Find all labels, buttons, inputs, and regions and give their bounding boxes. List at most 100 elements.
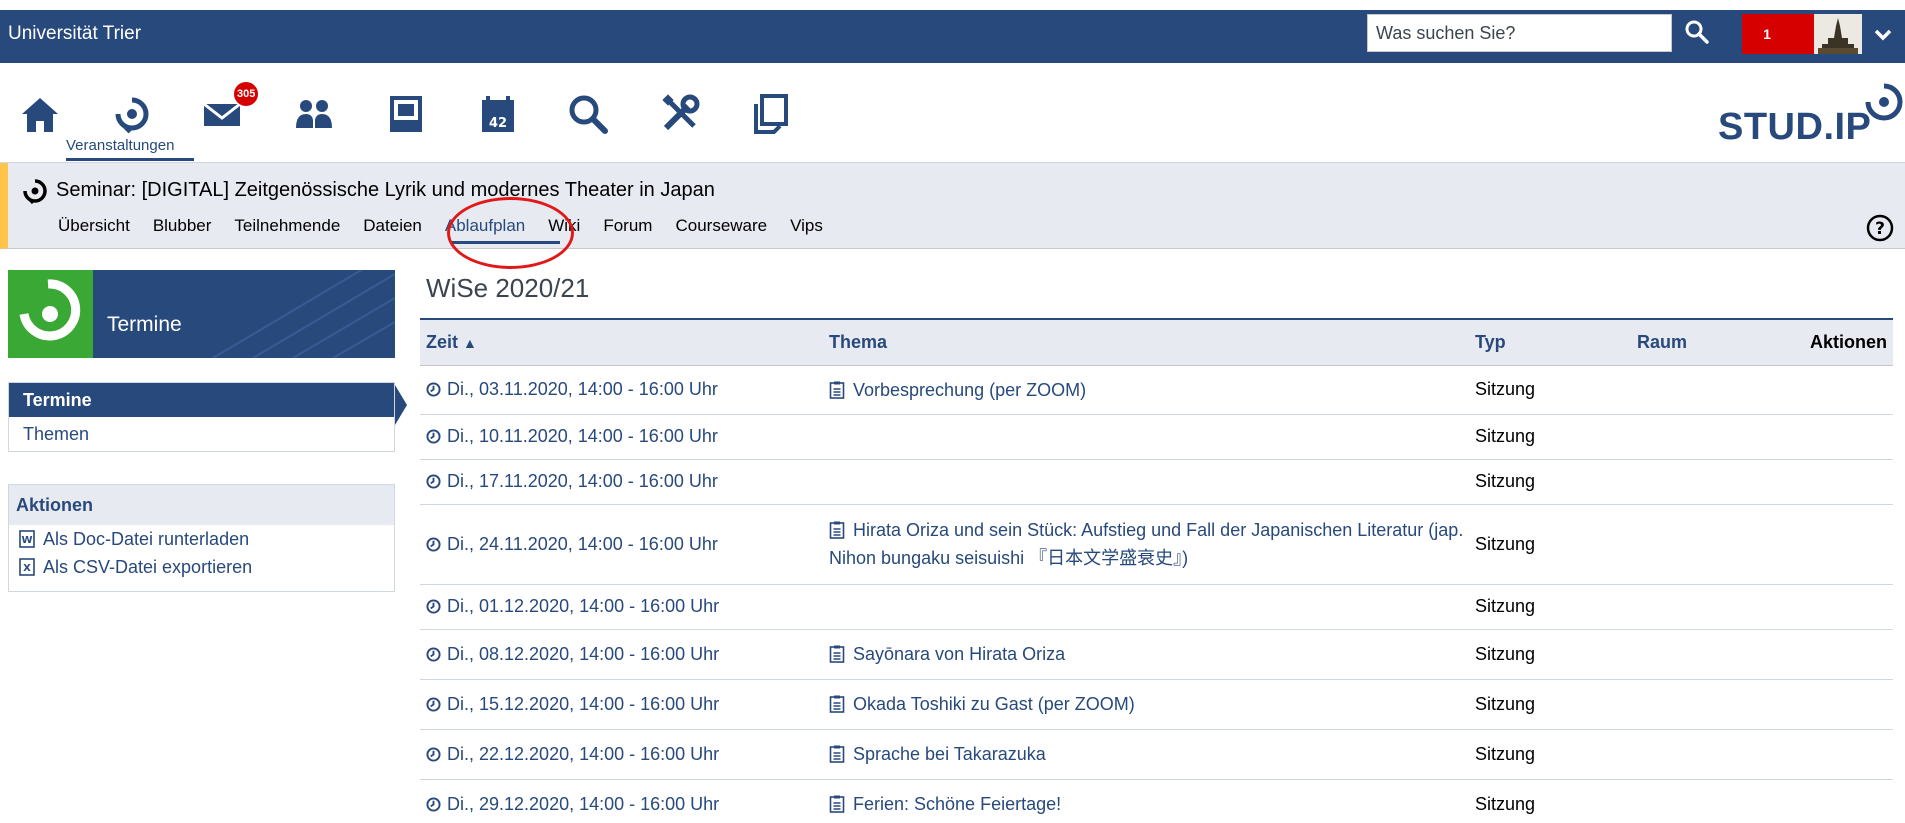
help-icon[interactable]: ? (1866, 214, 1894, 242)
zeit-link[interactable]: Di., 08.12.2020, 14:00 - 16:00 Uhr (447, 644, 719, 664)
cell-zeit[interactable]: Di., 17.11.2020, 14:00 - 16:00 Uhr (420, 459, 823, 505)
column-header-zeit[interactable]: Zeit ▲ (420, 319, 823, 366)
topic-link[interactable]: Vorbesprechung (per ZOOM) (853, 380, 1086, 400)
cell-zeit[interactable]: Di., 29.12.2020, 14:00 - 16:00 Uhr (420, 779, 823, 823)
clock-icon (426, 536, 441, 552)
search-icon[interactable] (1684, 19, 1710, 45)
brand-link[interactable]: Universität Trier (8, 23, 141, 45)
zeit-link[interactable]: Di., 24.11.2020, 14:00 - 16:00 Uhr (447, 534, 718, 554)
zeit-link[interactable]: Di., 15.12.2020, 14:00 - 16:00 Uhr (447, 694, 719, 714)
svg-text:42: 42 (489, 116, 507, 131)
cell-aktionen (1793, 779, 1893, 823)
svg-text:X: X (23, 563, 31, 574)
table-row: Di., 03.11.2020, 14:00 - 16:00 Uhr Vorbes… (420, 365, 1893, 415)
svg-text:?: ? (1875, 219, 1885, 239)
topic-link[interactable]: Sprache bei Takarazuka (853, 744, 1046, 764)
search-nav-icon[interactable] (566, 92, 610, 136)
topic-icon (829, 645, 845, 663)
topic-link[interactable]: Sayōnara von Hirata Oriza (853, 644, 1065, 664)
calendar-icon[interactable]: 42 (476, 92, 520, 136)
column-header-typ[interactable]: Typ (1469, 319, 1631, 366)
cell-zeit[interactable]: Di., 22.12.2020, 14:00 - 16:00 Uhr (420, 729, 823, 780)
zeit-link[interactable]: Di., 22.12.2020, 14:00 - 16:00 Uhr (447, 744, 719, 764)
cell-thema[interactable]: Sprache bei Takarazuka (823, 729, 1469, 780)
column-header-raum[interactable]: Raum (1631, 319, 1793, 366)
courses-icon[interactable] (110, 92, 154, 136)
sidebar-title: Termine (107, 313, 182, 336)
cell-typ: Sitzung (1469, 504, 1631, 585)
cell-aktionen (1793, 729, 1893, 780)
cell-thema[interactable]: Vorbesprechung (per ZOOM) (823, 365, 1469, 415)
sidebar-item-themen[interactable]: Themen (9, 417, 394, 451)
clock-icon (426, 474, 441, 489)
home-icon[interactable] (18, 92, 62, 136)
cell-raum (1631, 679, 1793, 730)
tab-teilnehmende[interactable]: Teilnehmende (234, 216, 340, 236)
table-row: Di., 22.12.2020, 14:00 - 16:00 Uhr Sprach… (420, 729, 1893, 780)
topic-link[interactable]: Ferien: Schöne Feiertage! (853, 794, 1061, 814)
tab-dateien[interactable]: Dateien (363, 216, 422, 236)
cell-aktionen (1793, 504, 1893, 585)
topic-link[interactable]: Okada Toshiki zu Gast (per ZOOM) (853, 694, 1135, 714)
table-row: Di., 10.11.2020, 14:00 - 16:00 Uhr Sitzun… (420, 414, 1893, 460)
chevron-down-icon[interactable] (1872, 24, 1894, 46)
cell-thema[interactable]: Hirata Oriza und sein Stück: Aufstieg un… (823, 504, 1469, 585)
search-input[interactable] (1368, 15, 1671, 51)
cell-typ: Sitzung (1469, 414, 1631, 460)
files-icon[interactable] (748, 92, 792, 136)
cell-zeit[interactable]: Di., 15.12.2020, 14:00 - 16:00 Uhr (420, 679, 823, 730)
tab-blubber[interactable]: Blubber (153, 216, 212, 236)
tab-courseware[interactable]: Courseware (675, 216, 767, 236)
cell-thema[interactable]: Ferien: Schöne Feiertage! (823, 779, 1469, 823)
csv-file-icon: X (19, 558, 35, 576)
cell-thema[interactable]: Sayōnara von Hirata Oriza (823, 629, 1469, 680)
cell-aktionen (1793, 459, 1893, 505)
clock-icon (426, 382, 441, 397)
cell-typ: Sitzung (1469, 584, 1631, 630)
table-row: Di., 01.12.2020, 14:00 - 16:00 Uhr Sitzun… (420, 584, 1893, 630)
nav-label-courses[interactable]: Veranstaltungen (66, 137, 174, 154)
search-box[interactable] (1367, 14, 1672, 52)
cell-zeit[interactable]: Di., 24.11.2020, 14:00 - 16:00 Uhr (420, 504, 823, 585)
sidebar-item-termine[interactable]: Termine (9, 383, 394, 417)
cell-typ: Sitzung (1469, 459, 1631, 505)
sidebar-actions: Aktionen W Als Doc-Datei runterladen X A… (8, 484, 395, 592)
zeit-link[interactable]: Di., 29.12.2020, 14:00 - 16:00 Uhr (447, 794, 719, 814)
cell-raum (1631, 779, 1793, 823)
zeit-link[interactable]: Di., 10.11.2020, 14:00 - 16:00 Uhr (447, 426, 718, 446)
column-header-thema[interactable]: Thema (823, 319, 1469, 366)
topic-icon (829, 381, 845, 399)
topic-icon (829, 745, 845, 763)
zeit-link[interactable]: Di., 01.12.2020, 14:00 - 16:00 Uhr (447, 596, 719, 616)
cell-aktionen (1793, 365, 1893, 415)
cell-zeit[interactable]: Di., 01.12.2020, 14:00 - 16:00 Uhr (420, 584, 823, 630)
cell-zeit[interactable]: Di., 08.12.2020, 14:00 - 16:00 Uhr (420, 629, 823, 680)
tools-icon[interactable] (658, 92, 702, 136)
cell-thema (823, 459, 1469, 505)
action-csv-export[interactable]: X Als CSV-Datei exportieren (9, 553, 394, 581)
schedule-body: Di., 03.11.2020, 14:00 - 16:00 Uhr Vorbes… (420, 365, 1893, 823)
topic-link[interactable]: Hirata Oriza und sein Stück: Aufstieg un… (829, 520, 1463, 568)
tab-vips[interactable]: Vips (790, 216, 823, 236)
cell-raum (1631, 504, 1793, 585)
avatar[interactable] (1814, 14, 1862, 54)
topic-icon (829, 521, 845, 539)
cell-thema[interactable]: Okada Toshiki zu Gast (per ZOOM) (823, 679, 1469, 730)
tab-uebersicht[interactable]: Übersicht (58, 216, 130, 236)
zeit-link[interactable]: Di., 17.11.2020, 14:00 - 16:00 Uhr (447, 471, 718, 491)
cell-raum (1631, 414, 1793, 460)
cell-raum (1631, 629, 1793, 680)
cell-zeit[interactable]: Di., 03.11.2020, 14:00 - 16:00 Uhr (420, 365, 823, 415)
profile-icon[interactable] (384, 92, 428, 136)
action-doc-label: Als Doc-Datei runterladen (43, 528, 250, 549)
notification-badge[interactable]: 1 (1742, 14, 1814, 54)
community-icon[interactable] (292, 92, 336, 136)
action-doc-download[interactable]: W Als Doc-Datei runterladen (9, 525, 394, 553)
clock-icon (426, 696, 441, 712)
cell-thema (823, 414, 1469, 460)
tab-forum[interactable]: Forum (603, 216, 652, 236)
cell-zeit[interactable]: Di., 10.11.2020, 14:00 - 16:00 Uhr (420, 414, 823, 460)
zeit-link[interactable]: Di., 03.11.2020, 14:00 - 16:00 Uhr (447, 379, 718, 399)
cell-aktionen (1793, 629, 1893, 680)
cell-raum (1631, 365, 1793, 415)
